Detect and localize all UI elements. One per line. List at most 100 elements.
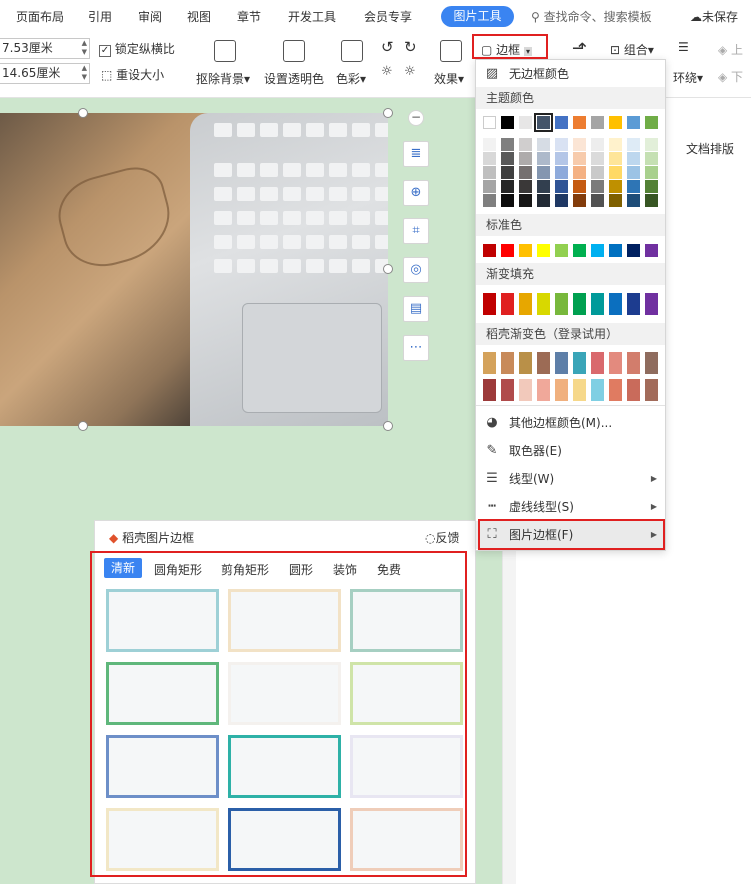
tab-page-layout[interactable]: 页面布局 <box>16 8 64 25</box>
gradient-swatch[interactable] <box>627 293 640 315</box>
color-swatch[interactable] <box>627 244 640 257</box>
frame-thumbnail[interactable] <box>228 735 341 798</box>
color-swatch[interactable] <box>609 152 622 165</box>
color-swatch[interactable] <box>555 194 568 207</box>
color-swatch[interactable] <box>645 152 658 165</box>
spin-arrows-icon[interactable]: ▲ ▼ <box>82 39 87 57</box>
color-swatch[interactable] <box>501 116 514 129</box>
daoke-gradient-swatch[interactable] <box>501 352 514 374</box>
color-swatch[interactable] <box>519 180 532 193</box>
rotate-left-icon[interactable]: ↺ <box>381 38 394 56</box>
daoke-gradient-swatch[interactable] <box>537 379 550 401</box>
color-swatch[interactable] <box>591 180 604 193</box>
color-swatch[interactable] <box>627 116 640 129</box>
color-swatch[interactable] <box>537 180 550 193</box>
frame-thumbnail[interactable] <box>106 589 219 652</box>
frame-thumbnail[interactable] <box>228 662 341 725</box>
frame-thumbnail[interactable] <box>350 808 463 871</box>
daoke-gradient-swatch[interactable] <box>573 379 586 401</box>
color-swatch[interactable] <box>501 152 514 165</box>
selected-picture[interactable] <box>0 113 388 426</box>
tab-view[interactable]: 视图 <box>187 8 211 25</box>
gradient-swatch[interactable] <box>591 293 604 315</box>
frame-thumbnail[interactable] <box>350 589 463 652</box>
group-button[interactable]: ⊡ 组合▾ <box>610 41 654 58</box>
color-swatch[interactable] <box>573 138 586 151</box>
daoke-gradient-swatch[interactable] <box>627 379 640 401</box>
color-swatch[interactable] <box>483 116 496 129</box>
color-swatch[interactable] <box>537 166 550 179</box>
color-swatch[interactable] <box>537 152 550 165</box>
set-transparent-button[interactable]: 设置透明色 <box>264 70 324 87</box>
color-swatch[interactable] <box>609 180 622 193</box>
doc-layout-link[interactable]: 文档排版 <box>686 140 734 157</box>
dash-type-item[interactable]: ┅ 虚线线型(S) ▶ <box>476 493 665 521</box>
frame-thumbnail[interactable] <box>350 662 463 725</box>
color-swatch[interactable] <box>483 180 496 193</box>
picture-to-text-icon[interactable]: ▤ <box>403 296 429 322</box>
resize-handle[interactable] <box>383 264 393 274</box>
color-swatch[interactable] <box>609 244 622 257</box>
color-swatch[interactable] <box>537 138 550 151</box>
color-swatch[interactable] <box>627 166 640 179</box>
tab-picture-tools[interactable]: 图片工具 <box>441 6 514 27</box>
color-swatch[interactable] <box>645 180 658 193</box>
tab-circle[interactable]: 圆形 <box>289 561 313 578</box>
tab-developer[interactable]: 开发工具 <box>288 8 336 25</box>
color-swatch[interactable] <box>591 116 604 129</box>
color-swatch[interactable] <box>501 194 514 207</box>
frame-thumbnail[interactable] <box>106 662 219 725</box>
color-swatch[interactable] <box>573 166 586 179</box>
color-swatch[interactable] <box>519 152 532 165</box>
color-swatch[interactable] <box>645 244 658 257</box>
wrap-button[interactable]: 环绕▾ <box>673 69 703 86</box>
spin-arrows-icon[interactable]: ▲ ▼ <box>82 64 87 82</box>
color-swatch[interactable] <box>483 194 496 207</box>
zoom-in-icon[interactable]: ⊕ <box>403 180 429 206</box>
width-input[interactable]: 7.53厘米 ▲ ▼ <box>0 38 90 59</box>
gradient-swatch[interactable] <box>501 293 514 315</box>
color-swatch[interactable] <box>483 166 496 179</box>
rotate-object-icon[interactable]: ⬏ <box>572 38 587 59</box>
color-button[interactable]: 色彩▾ <box>336 70 366 87</box>
tab-references[interactable]: 引用 <box>88 8 112 25</box>
color-swatch[interactable] <box>627 138 640 151</box>
daoke-gradient-swatch[interactable] <box>537 352 550 374</box>
color-swatch[interactable] <box>573 244 586 257</box>
daoke-gradient-swatch[interactable] <box>483 352 496 374</box>
color-swatch[interactable] <box>627 194 640 207</box>
daoke-gradient-swatch[interactable] <box>645 379 658 401</box>
tab-cut-corner-rect[interactable]: 剪角矩形 <box>221 561 269 578</box>
contrast-icon[interactable]: ☼ <box>404 64 416 79</box>
tab-rounded-rect[interactable]: 圆角矩形 <box>154 561 202 578</box>
frame-thumbnail[interactable] <box>106 808 219 871</box>
gradient-swatch[interactable] <box>609 293 622 315</box>
color-swatch[interactable] <box>645 194 658 207</box>
layout-options-icon[interactable]: ≣ <box>403 141 429 167</box>
frame-thumbnail[interactable] <box>350 735 463 798</box>
daoke-gradient-swatch[interactable] <box>591 352 604 374</box>
frame-thumbnail[interactable] <box>228 808 341 871</box>
color-swatch[interactable] <box>555 166 568 179</box>
color-swatch[interactable] <box>519 194 532 207</box>
tab-review[interactable]: 审阅 <box>138 8 162 25</box>
gradient-swatch[interactable] <box>519 293 532 315</box>
daoke-gradient-swatch[interactable] <box>483 379 496 401</box>
color-swatch[interactable] <box>591 244 604 257</box>
eyedropper-item[interactable]: ✎ 取色器(E) <box>476 437 665 465</box>
bulb-icon[interactable]: ◎ <box>403 257 429 283</box>
color-swatch[interactable] <box>645 138 658 151</box>
tab-section[interactable]: 章节 <box>237 8 261 25</box>
tab-decoration[interactable]: 装饰 <box>333 561 357 578</box>
color-swatch[interactable] <box>534 113 553 132</box>
color-swatch[interactable] <box>609 116 622 129</box>
color-swatch[interactable] <box>627 180 640 193</box>
resize-handle[interactable] <box>78 421 88 431</box>
tab-free[interactable]: 免费 <box>377 561 401 578</box>
tab-member[interactable]: 会员专享 <box>364 8 412 25</box>
line-type-item[interactable]: ☰ 线型(W) ▶ <box>476 465 665 493</box>
color-swatch[interactable] <box>555 152 568 165</box>
color-swatch[interactable] <box>627 152 640 165</box>
daoke-gradient-swatch[interactable] <box>573 352 586 374</box>
search-box[interactable]: ⚲ 查找命令、搜索模板 <box>531 8 652 25</box>
